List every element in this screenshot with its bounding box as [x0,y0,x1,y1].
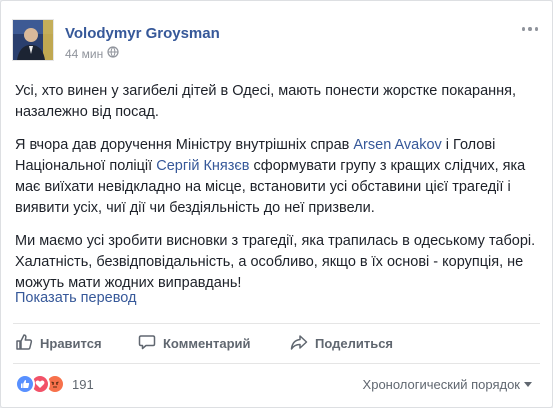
share-icon [290,333,308,354]
comment-icon [138,333,156,354]
mention-avakov[interactable]: Arsen Avakov [353,137,441,153]
paragraph-1: Усі, хто винен у загибелі дітей в Одесі,… [15,83,517,120]
comment-label: Комментарий [163,335,251,351]
paragraph-3: Ми маємо усі зробити висновки з трагедії… [15,233,536,291]
thumbs-up-icon [15,333,33,354]
more-options-icon[interactable] [522,27,538,33]
timestamp[interactable]: 44 мин [65,47,103,61]
mention-kniazev[interactable]: Сергій Князєв [156,158,249,174]
paragraph-2: Я вчора дав доручення Міністру внутрішні… [15,137,526,216]
comment-button[interactable]: Комментарий [138,328,251,358]
reactions-summary[interactable]: 191 [15,373,94,395]
caret-down-icon [524,382,532,387]
comment-order-dropdown[interactable]: Хронологический порядок [363,377,532,392]
share-label: Поделиться [315,335,394,351]
post-time: 44 мин [65,46,119,61]
show-translation-link[interactable]: Показать перевод [15,290,136,306]
avatar[interactable] [12,19,54,61]
like-button[interactable]: Нравится [15,328,102,358]
action-bar: Нравится Комментарий Поделиться [1,328,552,358]
post-body: Усі, хто винен у загибелі дітей в Одесі,… [15,81,540,306]
like-label: Нравится [40,335,102,351]
reaction-count[interactable]: 191 [72,377,94,392]
globe-icon [107,46,119,61]
order-label: Хронологический порядок [362,377,520,392]
divider [13,363,540,364]
like-icon [15,374,35,394]
share-button[interactable]: Поделиться [290,328,393,358]
divider [13,323,540,324]
post-card: Volodymyr Groysman 44 мин Усі, хто винен… [0,0,553,408]
author-name[interactable]: Volodymyr Groysman [65,25,220,42]
